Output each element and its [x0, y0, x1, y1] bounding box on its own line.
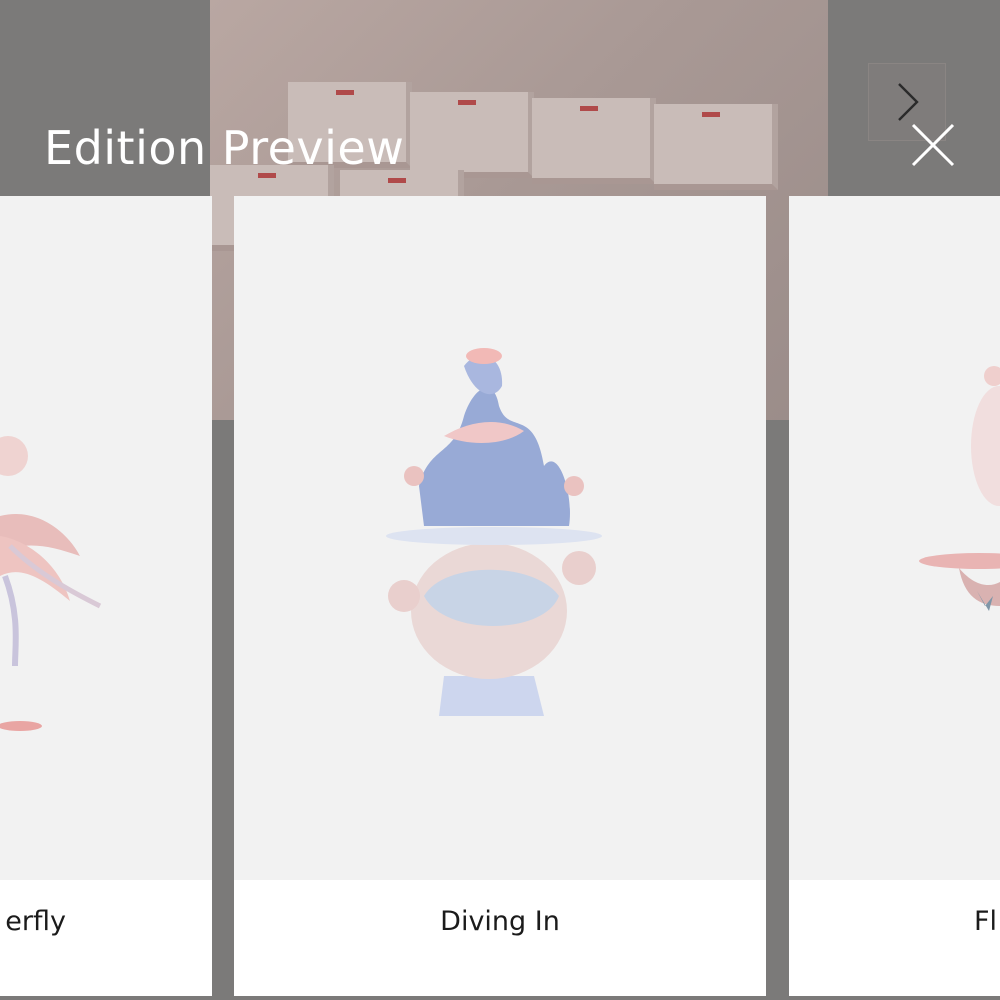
card-caption: erfly — [0, 880, 212, 996]
edition-card-right[interactable]: Fl — [789, 196, 1000, 996]
close-button[interactable] — [904, 116, 962, 174]
figure-image — [0, 196, 212, 880]
modal-title: Edition Preview — [44, 121, 405, 175]
edition-card-center[interactable]: Diving In — [234, 196, 766, 996]
card-label: Fl — [974, 906, 998, 937]
edition-card-left[interactable]: erfly — [0, 196, 212, 996]
card-label: Diving In — [440, 906, 560, 937]
card-caption: Fl — [789, 880, 1000, 996]
card-label: erfly — [5, 906, 66, 937]
card-caption: Diving In — [234, 880, 766, 996]
close-icon — [911, 123, 955, 167]
figure-image — [234, 196, 766, 880]
figure-image — [789, 196, 1000, 880]
